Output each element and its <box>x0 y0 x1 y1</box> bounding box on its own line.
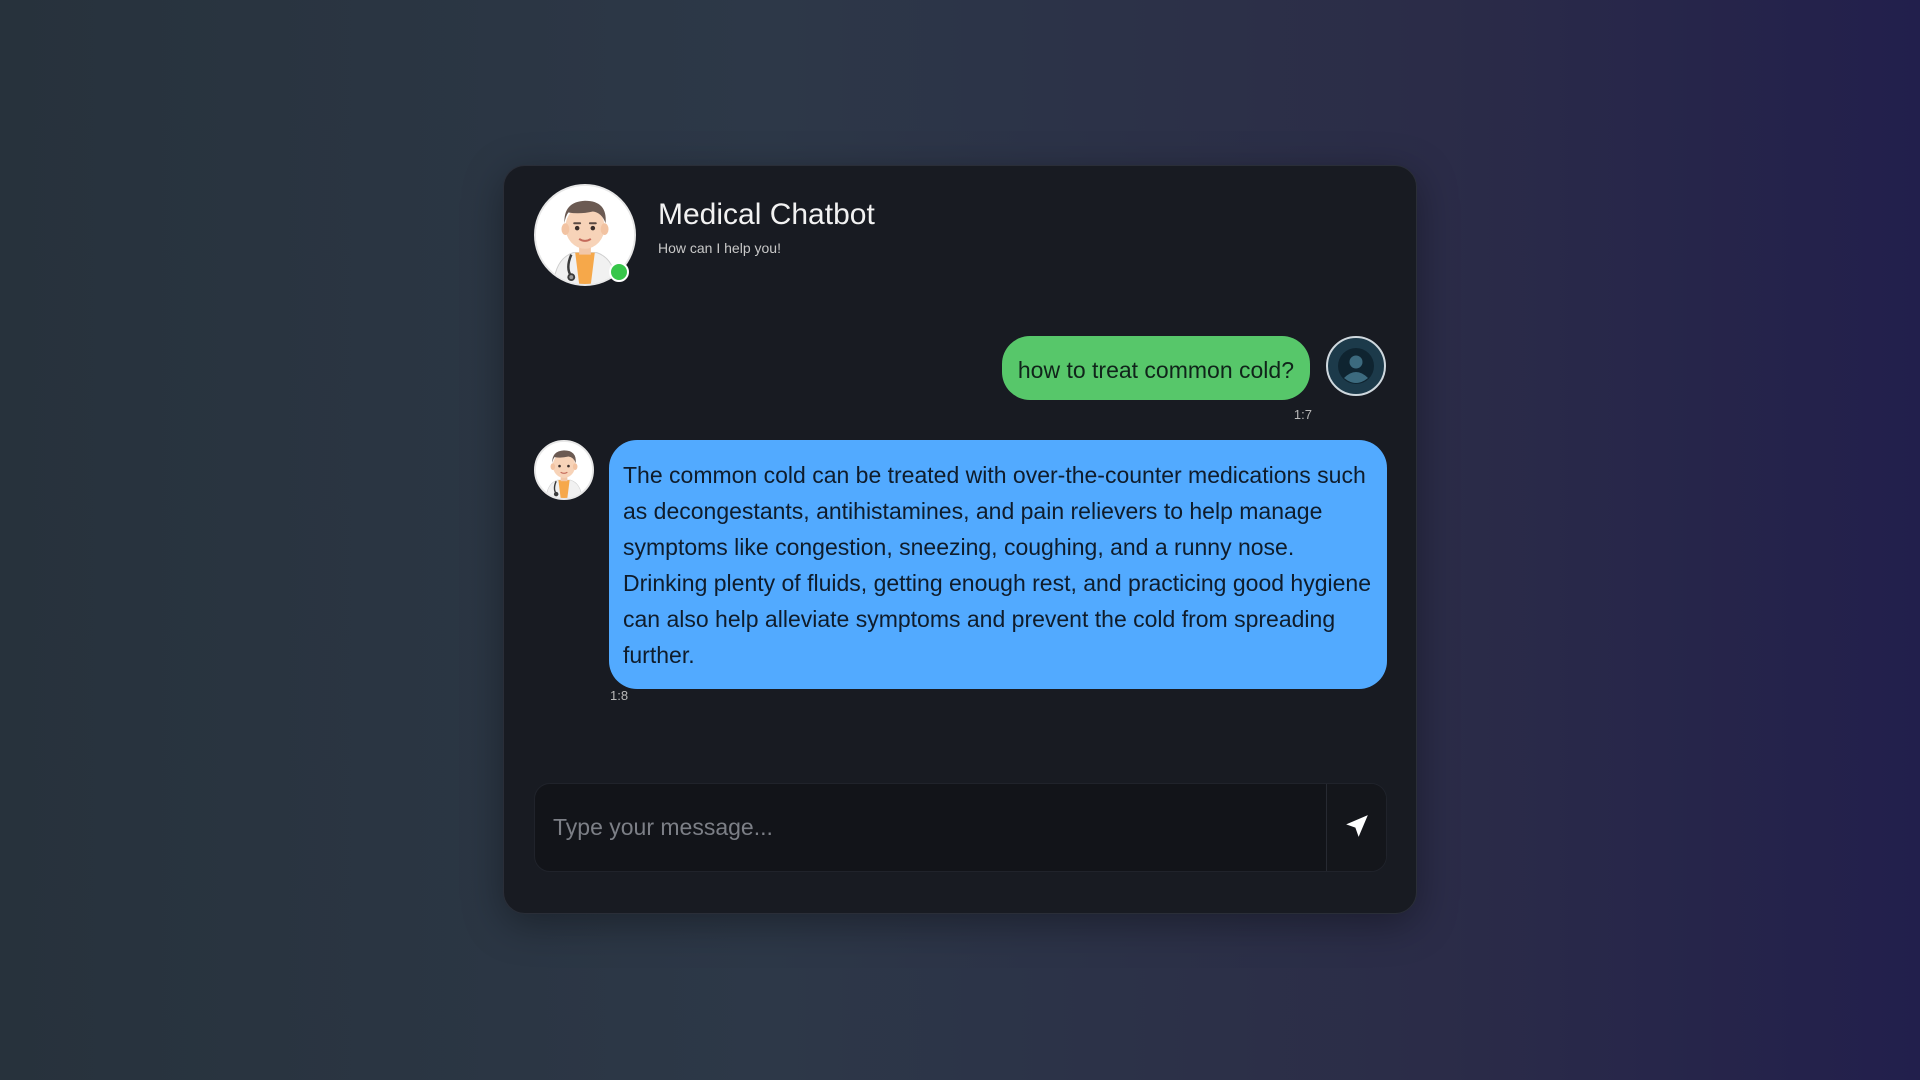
chat-window: Medical Chatbot How can I help you! how … <box>503 165 1417 914</box>
chatbot-title: Medical Chatbot <box>658 198 875 231</box>
chatbot-subtitle: How can I help you! <box>658 240 781 256</box>
user-message-row: how to treat common cold? <box>1001 336 1386 400</box>
message-composer <box>534 783 1387 872</box>
online-status-indicator <box>609 262 629 282</box>
message-input[interactable] <box>535 784 1326 871</box>
bot-message-time: 1:8 <box>610 688 629 703</box>
header-avatar <box>534 184 636 286</box>
bot-message-bubble: The common cold can be treated with over… <box>609 440 1387 689</box>
header-text: Medical Chatbot How can I help you! <box>658 196 875 256</box>
user-avatar-icon <box>1326 336 1386 396</box>
send-button[interactable] <box>1326 784 1386 871</box>
user-message-time: 1:7 <box>1293 407 1312 422</box>
user-message-bubble: how to treat common cold? <box>1001 336 1310 400</box>
chat-header: Medical Chatbot How can I help you! <box>534 184 875 292</box>
doctor-avatar-icon <box>534 440 594 500</box>
send-arrow-icon <box>1344 813 1370 842</box>
